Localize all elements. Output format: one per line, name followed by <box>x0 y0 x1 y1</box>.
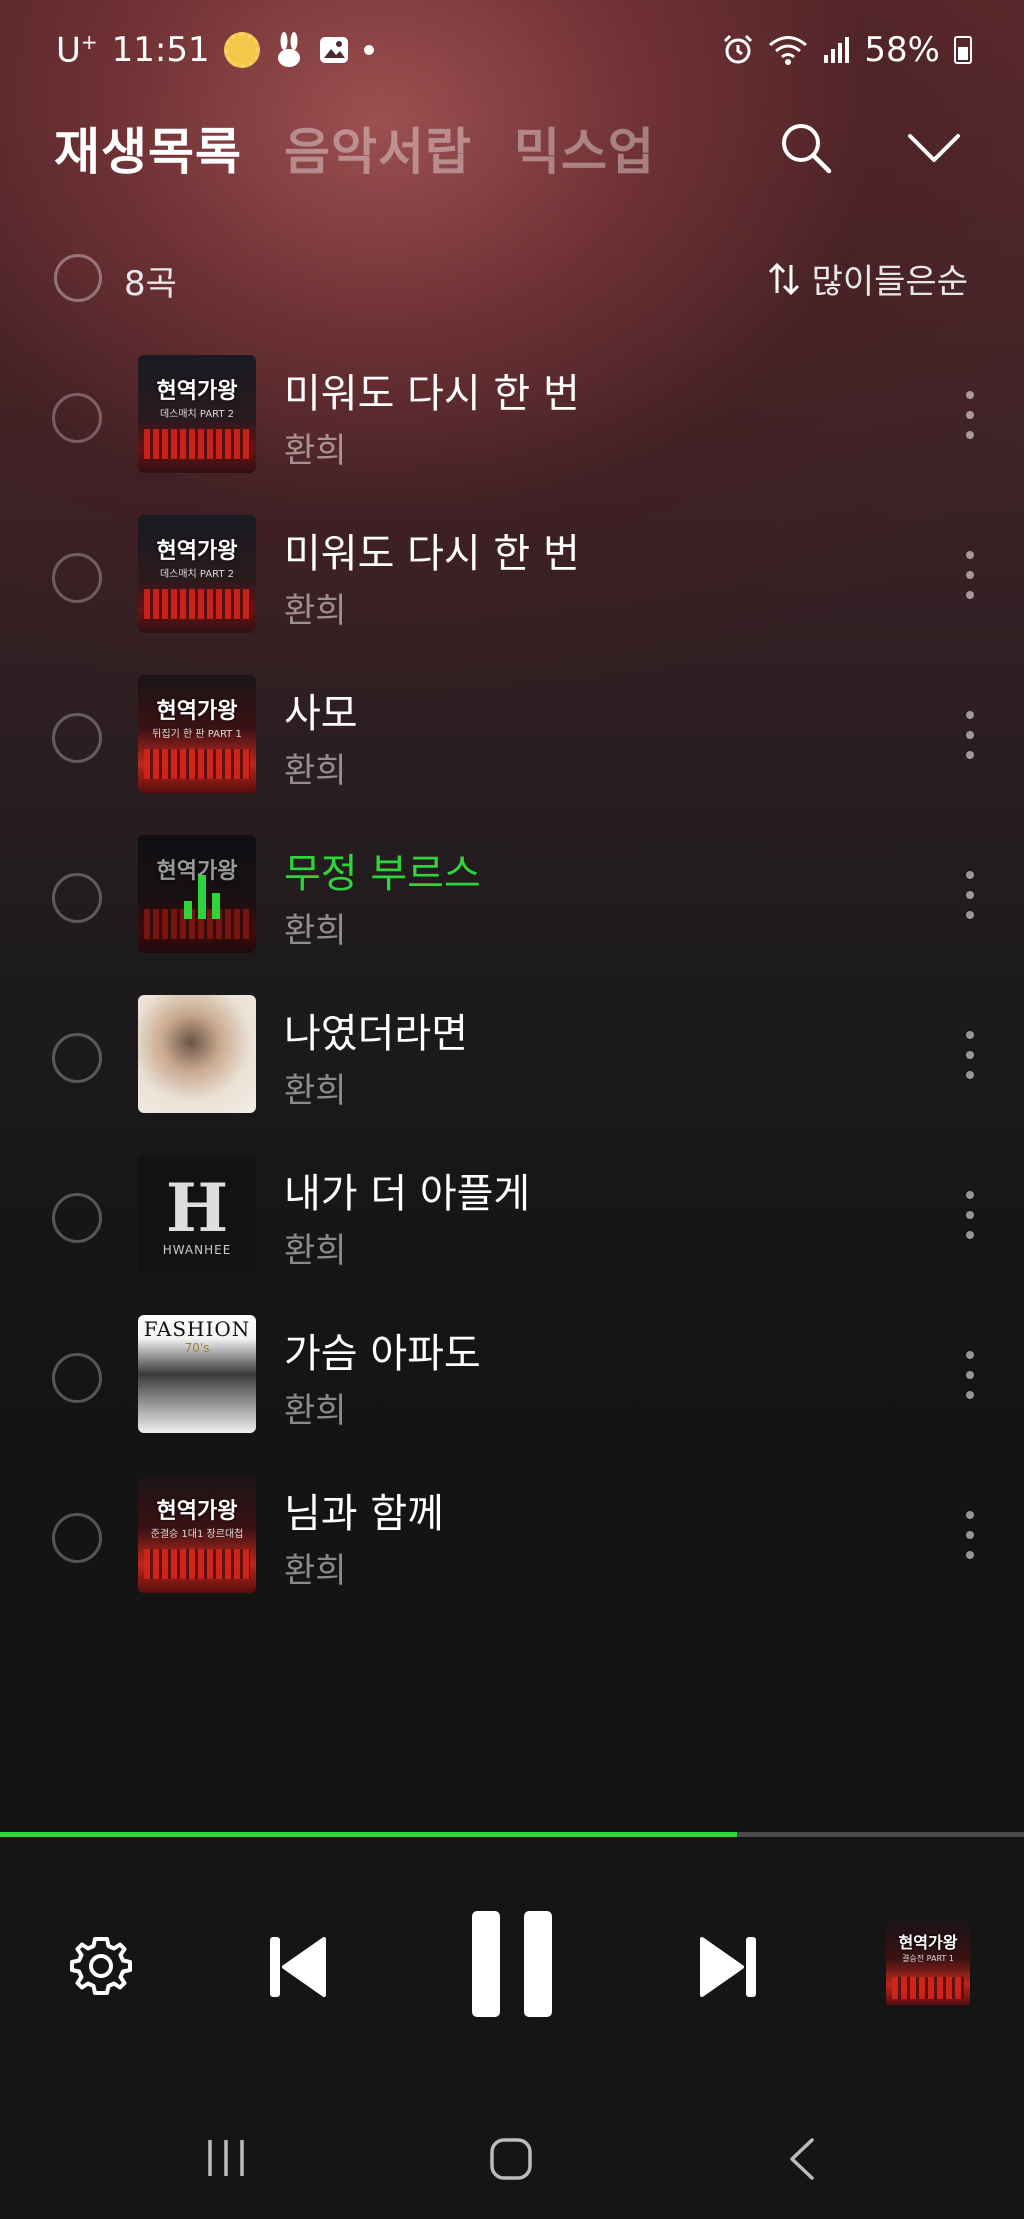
alarm-icon <box>724 34 753 64</box>
pause-icon[interactable] <box>470 1909 554 2019</box>
now-playing-album-art[interactable]: 현역가왕 결승전 PART 1 <box>886 1921 970 2005</box>
track-row[interactable]: 현역가왕 뒤집기 한 판 PART 1 사모 환희 <box>0 665 1024 825</box>
notification-dot-icon <box>363 45 374 55</box>
album-art <box>138 995 256 1113</box>
track-row[interactable]: H HWANHEE 내가 더 아플게 환희 <box>0 1145 1024 1305</box>
track-count: 8곡 <box>124 264 177 304</box>
status-bar: U+ 11:51 58% <box>0 0 1024 100</box>
track-checkbox[interactable] <box>52 1513 102 1563</box>
search-icon[interactable] <box>776 118 836 178</box>
battery-icon <box>954 36 972 64</box>
track-artist: 환희 <box>284 1391 347 1431</box>
track-row[interactable]: 현역가왕 준결승 1대1 장르대첩 님과 함께 환희 <box>0 1465 1024 1625</box>
track-checkbox[interactable] <box>52 1033 102 1083</box>
previous-track-icon[interactable] <box>268 1933 328 2001</box>
sort-icon <box>768 262 799 295</box>
more-options-icon[interactable] <box>960 705 980 765</box>
more-options-icon[interactable] <box>960 1505 980 1565</box>
track-title: 내가 더 아플게 <box>284 1171 531 1217</box>
album-art: 현역가왕 데스매치 PART 2 <box>138 355 256 473</box>
gallery-icon <box>319 37 348 63</box>
sort-button[interactable]: 많이들은순 <box>766 254 968 303</box>
track-title: 미워도 다시 한 번 <box>284 531 580 577</box>
album-art: 현역가왕 데스매치 PART 2 <box>138 515 256 633</box>
track-checkbox[interactable] <box>52 1353 102 1403</box>
album-art: H HWANHEE <box>138 1155 256 1273</box>
track-row[interactable]: 현역가왕 데스매치 PART 2 미워도 다시 한 번 환희 <box>0 345 1024 505</box>
track-checkbox[interactable] <box>52 393 102 443</box>
battery-percent: 58% <box>864 30 940 70</box>
track-artist: 환희 <box>284 1071 347 1111</box>
tab-playlist[interactable]: 재생목록 <box>54 112 242 184</box>
now-playing-equalizer-icon <box>184 875 220 919</box>
track-row[interactable]: FASHION 70's 가슴 아파도 환희 <box>0 1305 1024 1465</box>
weather-sun-icon <box>223 32 260 68</box>
track-artist: 환희 <box>284 1231 347 1271</box>
track-artist: 환희 <box>284 1551 347 1591</box>
header-tabs: 재생목록 음악서랍 믹스업 <box>54 112 655 184</box>
track-artist: 환희 <box>284 431 347 471</box>
track-title: 가슴 아파도 <box>284 1331 481 1377</box>
track-title: 미워도 다시 한 번 <box>284 371 580 417</box>
tab-music-drawer[interactable]: 음악서랍 <box>284 112 472 184</box>
track-row[interactable]: 나였더라면 환희 <box>0 985 1024 1145</box>
settings-gear-icon[interactable] <box>68 1933 134 1999</box>
track-list: 현역가왕 데스매치 PART 2 미워도 다시 한 번 환희 현역가왕 데스매치… <box>0 345 1024 1625</box>
more-options-icon[interactable] <box>960 1185 980 1245</box>
home-icon[interactable] <box>488 2136 534 2182</box>
signal-icon <box>824 37 850 63</box>
more-options-icon[interactable] <box>960 865 980 925</box>
track-checkbox[interactable] <box>52 553 102 603</box>
track-row-playing[interactable]: 현역가왕 무정 부르스 환희 <box>0 825 1024 985</box>
system-nav-bar <box>0 2100 1024 2219</box>
tab-mixup[interactable]: 믹스업 <box>514 112 655 184</box>
more-options-icon[interactable] <box>960 1345 980 1405</box>
more-options-icon[interactable] <box>960 385 980 445</box>
next-track-icon[interactable] <box>698 1933 758 2001</box>
track-checkbox[interactable] <box>52 873 102 923</box>
album-art: 현역가왕 준결승 1대1 장르대첩 <box>138 1475 256 1593</box>
album-art: FASHION 70's <box>138 1315 256 1433</box>
select-all-checkbox[interactable] <box>54 254 102 302</box>
carrier-label: U+ <box>56 29 98 71</box>
recent-apps-icon[interactable] <box>204 2136 248 2180</box>
back-icon[interactable] <box>782 2136 822 2182</box>
track-artist: 환희 <box>284 911 347 951</box>
track-title: 무정 부르스 <box>284 851 481 897</box>
sort-label: 많이들은순 <box>811 262 968 302</box>
track-artist: 환희 <box>284 591 347 631</box>
track-title: 나였더라면 <box>284 1011 468 1057</box>
more-options-icon[interactable] <box>960 545 980 605</box>
wifi-icon <box>769 36 808 65</box>
track-title: 님과 함께 <box>284 1491 444 1537</box>
rabbit-icon <box>277 32 300 67</box>
more-options-icon[interactable] <box>960 1025 980 1085</box>
track-row[interactable]: 현역가왕 데스매치 PART 2 미워도 다시 한 번 환희 <box>0 505 1024 665</box>
chevron-down-icon[interactable] <box>904 118 964 178</box>
track-title: 사모 <box>284 691 358 737</box>
clock: 11:51 <box>111 30 210 70</box>
track-checkbox[interactable] <box>52 1193 102 1243</box>
track-checkbox[interactable] <box>52 713 102 763</box>
album-art: 현역가왕 뒤집기 한 판 PART 1 <box>138 675 256 793</box>
track-artist: 환희 <box>284 751 347 791</box>
